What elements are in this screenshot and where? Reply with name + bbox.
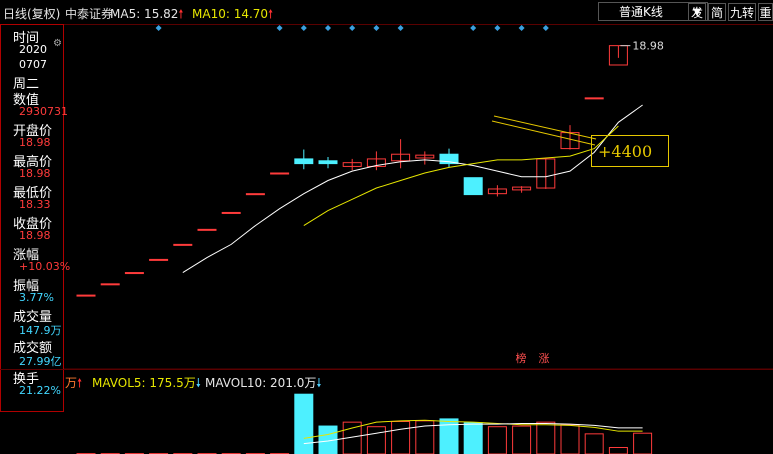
volume-bar bbox=[463, 422, 483, 454]
volume-bar bbox=[633, 432, 653, 454]
fa-button[interactable]: 发 bbox=[688, 3, 706, 21]
volume-bar bbox=[584, 433, 604, 454]
panel-value: 18.98 bbox=[19, 229, 51, 242]
candle-body bbox=[584, 97, 604, 100]
signal-diamond-icon bbox=[300, 25, 307, 31]
jian-button[interactable]: 简 bbox=[708, 3, 726, 21]
volume-bar bbox=[366, 426, 386, 454]
candle-body bbox=[245, 193, 265, 196]
annotation-leader bbox=[491, 120, 596, 146]
signal-diamond-icon bbox=[494, 25, 501, 31]
panel-value: 18.33 bbox=[19, 198, 51, 211]
ma5-label: MA5: 15.82🠕 bbox=[110, 7, 184, 21]
volume-bar bbox=[512, 425, 532, 454]
panel-value: 147.9万 bbox=[19, 324, 62, 337]
candle-body bbox=[197, 228, 217, 231]
volume-bar bbox=[536, 421, 556, 454]
candle-body bbox=[221, 211, 241, 214]
candle-body bbox=[463, 177, 483, 196]
down-arrow-icon: 🠗 bbox=[316, 376, 322, 390]
panel-value: 0707 bbox=[19, 58, 47, 71]
chart-mode-label[interactable]: 日线(复权) bbox=[3, 5, 60, 22]
volume-bar bbox=[608, 447, 628, 454]
candle-body bbox=[124, 272, 144, 275]
candle-body bbox=[270, 172, 290, 175]
badge-zhang[interactable]: 涨 bbox=[537, 352, 551, 366]
signal-diamond-icon bbox=[276, 25, 283, 31]
info-panel: ⚙ 时间 2020 0707 周二 数值 2930731 开盘价 18.98 最高价 18.98 最… bbox=[0, 24, 70, 412]
candle-body bbox=[294, 158, 314, 165]
ma10-label: MA10: 14.70🠕 bbox=[192, 7, 274, 21]
candle-body bbox=[100, 283, 120, 286]
panel-value: 18.98 bbox=[19, 136, 51, 149]
mavol5-label: MAVOL5: 175.5万🠗 bbox=[92, 376, 201, 390]
volume-bar bbox=[560, 424, 580, 454]
gear-icon[interactable]: ⚙ bbox=[53, 39, 63, 49]
panel-value: 2930731 bbox=[19, 105, 68, 118]
up-arrow-icon: 🠕 bbox=[178, 7, 184, 21]
stock-name: 中泰证券 bbox=[65, 7, 114, 21]
volume-header: 万🠕 MAVOL5: 175.5万🠗 MAVOL10: 201.0万🠗 bbox=[0, 369, 773, 390]
candle-body bbox=[173, 243, 193, 246]
signal-diamond-icon bbox=[155, 25, 162, 31]
chart-header: 日线(复权) 中泰证券 MA5: 15.82🠕 MA10: 14.70🠕 普通K… bbox=[0, 0, 773, 25]
signal-diamond-icon bbox=[373, 25, 380, 31]
signal-diamond-icon bbox=[349, 25, 356, 31]
candle-body bbox=[76, 294, 96, 297]
ma10-line bbox=[303, 125, 619, 227]
up-arrow-icon: 🠕 bbox=[268, 7, 274, 21]
panel-value: 18.98 bbox=[19, 167, 51, 180]
panel-value: +10.03% bbox=[19, 260, 71, 273]
volume-bar bbox=[294, 393, 314, 454]
signal-diamond-icon bbox=[397, 25, 404, 31]
annotation-box[interactable]: +4400 bbox=[591, 135, 669, 167]
signal-diamond-icon bbox=[542, 25, 549, 31]
ma5-line bbox=[182, 104, 643, 273]
panel-value: 3.77% bbox=[19, 291, 54, 304]
zhong-button[interactable]: 重 bbox=[758, 3, 773, 21]
panel-value: 2020 bbox=[19, 43, 47, 56]
volume-unit: 万🠕 bbox=[65, 376, 83, 390]
candle-body bbox=[149, 258, 169, 261]
signal-diamond-icon bbox=[518, 25, 525, 31]
annotation-leader bbox=[493, 115, 597, 140]
max-price-label: 18.98 bbox=[632, 40, 664, 53]
jiuzhuan-button[interactable]: 九转 bbox=[728, 3, 756, 21]
volume-bar bbox=[391, 421, 411, 454]
volume-bar bbox=[487, 426, 507, 454]
signal-diamond-icon bbox=[325, 25, 331, 31]
panel-value: 27.99亿 bbox=[19, 355, 62, 368]
up-arrow-icon: 🠕 bbox=[77, 376, 83, 390]
signal-diamond-icon bbox=[470, 25, 477, 31]
down-arrow-icon: 🠗 bbox=[195, 376, 201, 390]
badge-bang[interactable]: 榜 bbox=[514, 352, 528, 366]
mavol10-label: MAVOL10: 201.0万🠗 bbox=[205, 376, 322, 390]
candle-body bbox=[318, 160, 338, 165]
